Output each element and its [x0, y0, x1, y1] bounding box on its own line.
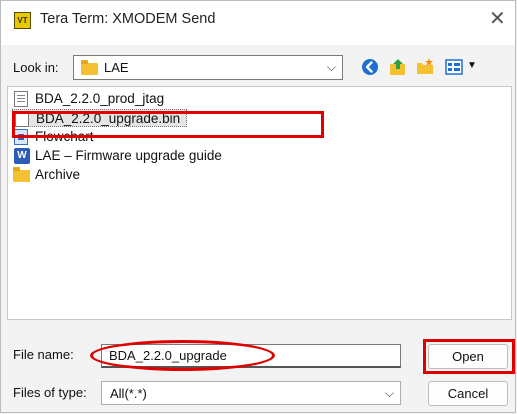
annotation-highlight-selected-file: [12, 111, 324, 138]
file-name-label: Archive: [35, 167, 81, 182]
new-folder-icon[interactable]: [415, 57, 435, 77]
file-name-input[interactable]: [101, 344, 401, 368]
title-bar: VT Tera Term: XMODEM Send ✕: [1, 1, 515, 45]
back-icon[interactable]: [360, 57, 380, 77]
word-document-icon: W: [14, 148, 30, 164]
up-folder-icon[interactable]: [388, 57, 408, 77]
caret-down-icon[interactable]: ▼: [467, 60, 477, 71]
view-menu-icon[interactable]: [444, 57, 464, 77]
chevron-down-icon: ⌵: [326, 60, 336, 74]
xmodem-send-dialog: VT Tera Term: XMODEM Send ✕ Look in: LAE…: [0, 0, 516, 413]
chevron-down-icon: ⌵: [384, 386, 394, 400]
look-in-value: LAE: [104, 60, 129, 75]
folder-icon: [13, 167, 30, 182]
files-of-type-dropdown[interactable]: All(*.*) ⌵: [101, 381, 401, 405]
teraterm-app-icon: VT: [14, 12, 31, 29]
file-name-field-label: File name:: [13, 347, 74, 362]
look-in-dropdown[interactable]: LAE ⌵: [73, 55, 343, 80]
cancel-button[interactable]: Cancel: [428, 381, 508, 406]
text-file-icon: [14, 91, 28, 107]
open-button[interactable]: Open: [428, 344, 508, 369]
files-of-type-label: Files of type:: [13, 385, 87, 400]
file-name-label: LAE – Firmware upgrade guide: [35, 148, 222, 163]
window-title: Tera Term: XMODEM Send: [40, 11, 216, 27]
file-name-label: BDA_2.2.0_prod_jtag: [35, 91, 165, 106]
files-of-type-value: All(*.*): [110, 386, 147, 401]
close-icon[interactable]: ✕: [489, 9, 506, 29]
folder-icon: [81, 60, 98, 75]
look-in-label: Look in:: [13, 60, 59, 75]
